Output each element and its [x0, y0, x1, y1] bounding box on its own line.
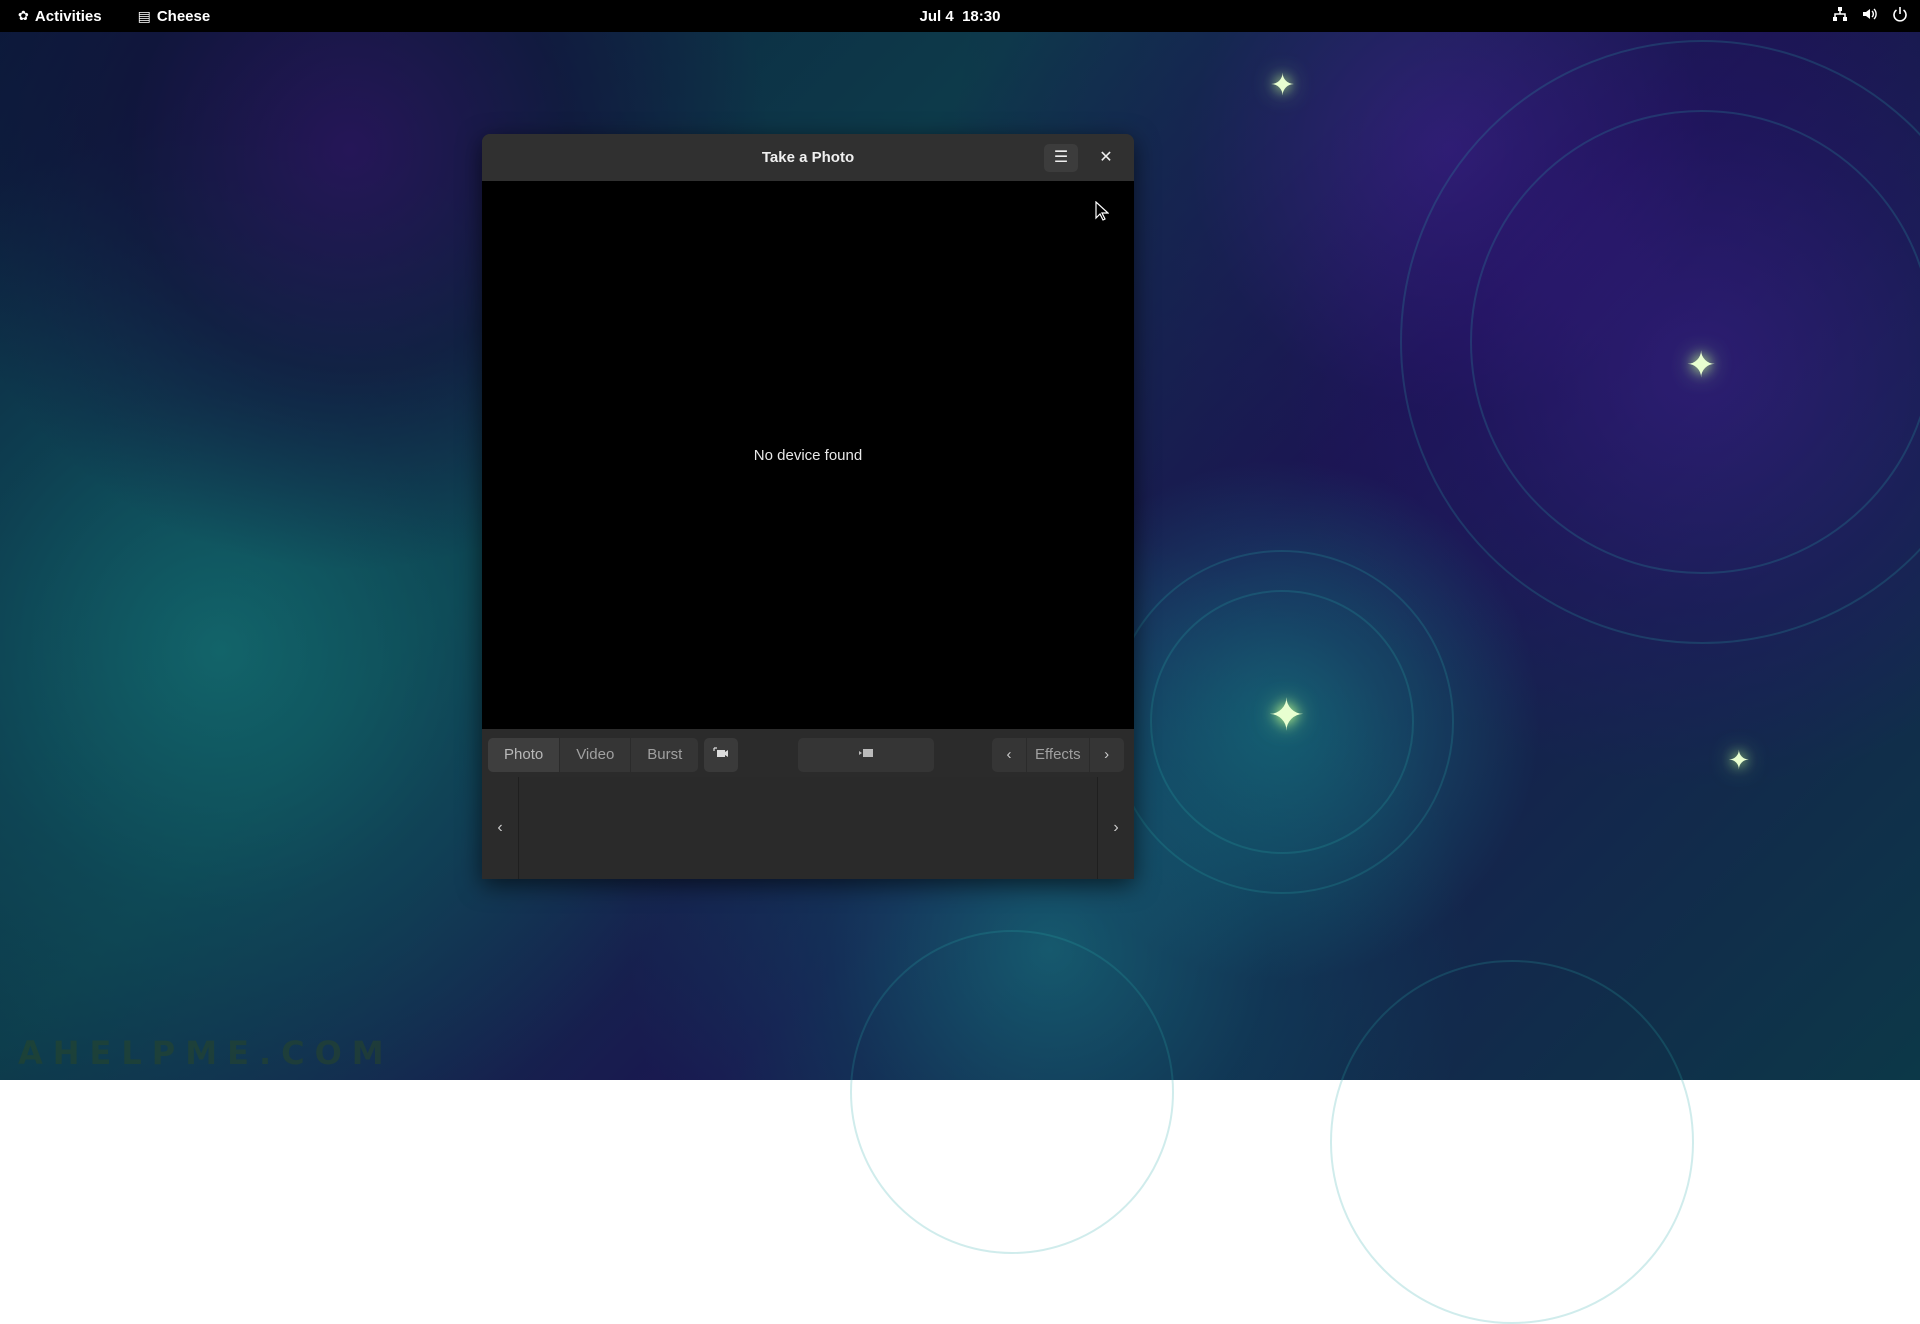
app-menu-button[interactable]: ▤ Cheese — [138, 8, 211, 25]
camera-viewport: No device found — [482, 181, 1134, 729]
thumbnail-prev-button[interactable]: ‹ — [482, 777, 518, 879]
top-bar: ✿ Activities ▤ Cheese Jul 4 18:30 — [0, 0, 1920, 32]
clock-date: Jul 4 — [919, 7, 954, 25]
mode-video-button[interactable]: Video — [560, 738, 632, 772]
wallpaper-star: ✦ — [1270, 68, 1296, 103]
clock-button[interactable]: Jul 4 18:30 — [920, 8, 1001, 25]
activities-button[interactable]: ✿ Activities — [18, 8, 102, 25]
volume-icon — [1862, 6, 1878, 26]
wallpaper-star: ✦ — [1268, 690, 1305, 741]
effects-next-button[interactable]: › — [1090, 738, 1124, 772]
no-device-message: No device found — [753, 446, 863, 464]
cheese-app-icon: ▤ — [137, 7, 151, 24]
chevron-right-icon: › — [1113, 819, 1119, 836]
fullscreen-button[interactable] — [704, 738, 738, 772]
mode-burst-button[interactable]: Burst — [631, 738, 698, 772]
wallpaper-star: ✦ — [1728, 746, 1750, 776]
wallpaper-star: ✦ — [1686, 345, 1717, 386]
clock-time: 18:30 — [962, 7, 1001, 25]
system-menu-button[interactable] — [1832, 0, 1908, 32]
thumbnail-strip[interactable] — [518, 777, 1098, 879]
network-icon — [1832, 6, 1848, 26]
take-photo-button[interactable] — [798, 738, 934, 772]
effects-button[interactable]: Effects — [1026, 738, 1090, 772]
power-icon — [1892, 6, 1908, 26]
chevron-left-icon: ‹ — [497, 819, 503, 836]
chevron-left-icon: ‹ — [1006, 746, 1012, 763]
window-title: Take a Photo — [761, 149, 855, 166]
close-button[interactable]: ✕ — [1092, 144, 1120, 172]
main-menu-button[interactable]: ☰ — [1044, 144, 1078, 172]
wallpaper-ring — [1400, 40, 1920, 644]
mode-switcher: Photo Video Burst — [488, 738, 699, 772]
effects-switcher: ‹ Effects › — [992, 738, 1124, 772]
cheese-window: Take a Photo ☰ ✕ No device found Photo V… — [482, 134, 1134, 879]
chevron-right-icon: › — [1104, 746, 1110, 763]
activities-icon: ✿ — [18, 8, 29, 23]
fullscreen-camera-icon — [713, 747, 729, 762]
app-name-label: Cheese — [156, 7, 211, 25]
mode-photo-button[interactable]: Photo — [488, 738, 561, 772]
thumbnail-next-button[interactable]: › — [1098, 777, 1134, 879]
wallpaper-ring — [1330, 960, 1694, 1324]
hamburger-icon: ☰ — [1053, 149, 1069, 166]
wallpaper-ring — [850, 930, 1174, 1254]
effects-prev-button[interactable]: ‹ — [992, 738, 1026, 772]
activities-label: Activities — [34, 7, 102, 25]
watermark-text: AHELPME.COM — [18, 1034, 394, 1072]
thumbnail-bar: ‹ › — [482, 777, 1134, 879]
bottom-toolbar: Photo Video Burst ‹ Effects › — [482, 729, 1134, 777]
close-icon: ✕ — [1099, 149, 1113, 166]
window-titlebar[interactable]: Take a Photo ☰ ✕ — [482, 134, 1134, 181]
camera-shutter-icon — [858, 747, 874, 762]
